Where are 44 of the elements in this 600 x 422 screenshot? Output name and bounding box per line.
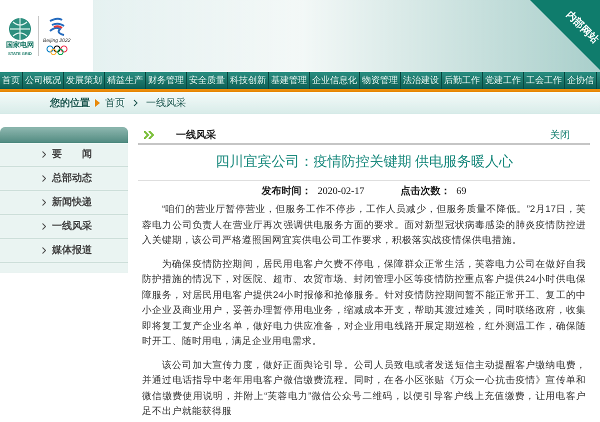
article-paragraph: 为确保疫情防控期间，居民用电客户欠费不停电，保障群众正常生活，芙蓉电力公司在做好自我防护措施的情况下，对医院、超市、农贸市场、封闭管理小区等疫情防控重点客户提供24小时供电保障服务，对居民用电客户提供24小时报修和抢修服务。针对疫情防控期间暂不能正常开工、复工的中小企业及商业用户，妥善办理暂停用电业务，缩减成本开支，帮助其渡过难关，同时联络政府，收集即将复工复产企业名单，做好电力供应准备，对企业用电线路开展定期巡检，红外测温工作，确保随时开工、随时用电，满足企业用电需求。 [141, 258, 587, 349]
sidebar-item[interactable]: 一线风采 [0, 215, 128, 239]
nav-link[interactable]: 发展策划 [64, 72, 105, 89]
nav-link[interactable]: 安全质量 [187, 72, 228, 89]
hit-count: 69 [456, 185, 466, 199]
nav-link[interactable]: 精益生产 [105, 72, 146, 89]
nav-link[interactable]: 首页 [0, 72, 23, 89]
article-paragraph: “咱们的营业厅暂停营业，但服务工作不停步，工作人员减少，但服务质量不降低。”2月17日，芙蓉电力公司负责人在营业厅再次强调供电服务方面的要求。面对新型冠状病毒感染的肺炎疫情防控进入关键期，该公司严格遵照国网宜宾供电公司工作要求，积极落实战疫情保供电措施。 [141, 203, 587, 248]
sidebar-item[interactable]: 总部动态 [0, 167, 128, 191]
date-label: 发布时间： [262, 184, 312, 199]
sidebar-item[interactable]: 要 闻 [0, 143, 128, 167]
breadcrumb-link[interactable]: 一线风采 [146, 96, 186, 110]
nav-link[interactable]: 法治建设 [401, 72, 442, 89]
sidebar-item[interactable]: 新闻快递 [0, 191, 128, 215]
ribbon-text: 内部网站 [562, 8, 600, 47]
nav-link[interactable]: 科技创新 [228, 72, 269, 89]
triangle-icon [95, 99, 100, 107]
nav-link[interactable]: 企协信 [565, 72, 597, 89]
nav-link[interactable]: 工会工作 [524, 72, 565, 89]
sidebar-item[interactable]: 媒体报道 [0, 239, 128, 263]
article-title: 四川宜宾公司：疫情防控关键期 供电服务暖人心 [138, 145, 590, 181]
close-link[interactable]: 关闭 [550, 128, 570, 142]
double-chevron-icon [144, 131, 154, 139]
breadcrumb-link[interactable]: 首页 [105, 96, 125, 110]
nav-link[interactable]: 物资管理 [360, 72, 401, 89]
olympic-rings-icon [46, 45, 68, 55]
globe-icon [8, 16, 32, 40]
nav-link[interactable]: 党建工作 [483, 72, 524, 89]
nav-link[interactable]: 后勤工作 [442, 72, 483, 89]
nav-link[interactable]: 公司概况 [23, 72, 64, 89]
nav-link[interactable]: 财务管理 [146, 72, 187, 89]
chevron-icon [42, 223, 46, 230]
chevron-icon [42, 199, 46, 206]
nav-link[interactable]: 企业信息化 [310, 72, 360, 89]
publish-date: 2020-02-17 [318, 185, 364, 199]
breadcrumb-label: 您的位置 [50, 96, 90, 110]
section-title: 一线风采 [176, 128, 216, 142]
chevron-icon [133, 99, 138, 107]
hits-label: 点击次数： [400, 184, 450, 199]
article-paragraph: 该公司加大宣传力度，做好正面舆论引导。公司人员致电或者发送短信主动提醒客户缴纳电费，并通过电话指导中老年用电客户微信缴费流程。同时，在各小区张贴《万众一心抗击疫情》宣传单和微信缴费使用说明，并附上“芙蓉电力”微信公众号二维码，以便引导客户线上充值缴费，让用电客户足不出户就能获得服 [141, 358, 587, 419]
chevron-icon [42, 247, 46, 254]
nav-link[interactable]: 基建管理 [269, 72, 310, 89]
chevron-icon [42, 151, 46, 158]
chevron-icon [42, 175, 46, 182]
